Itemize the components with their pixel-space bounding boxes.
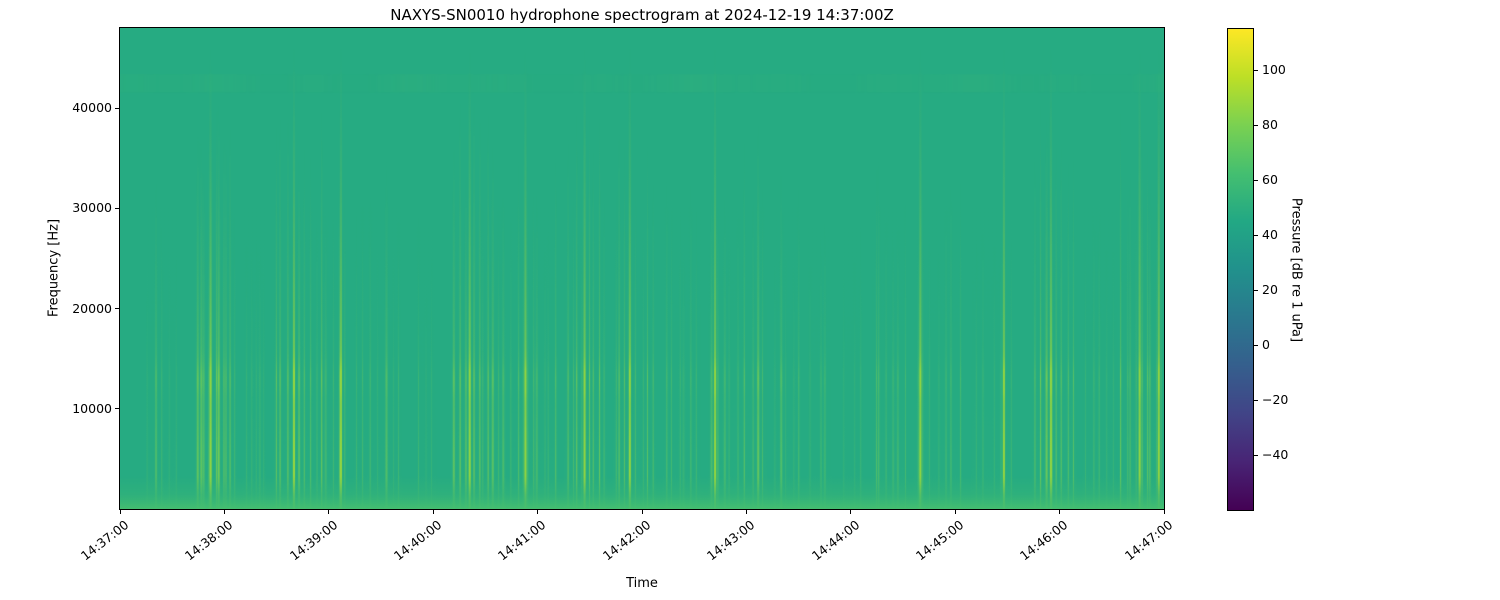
colorbar-label: Pressure [dB re 1 uPa] <box>1288 197 1304 343</box>
x-tick-mark <box>537 510 539 514</box>
x-tick-label: 14:46:00 <box>1017 517 1071 564</box>
x-tick-mark <box>641 510 643 514</box>
y-tick-mark <box>115 308 119 310</box>
x-tick-mark <box>223 510 225 514</box>
x-tick-label: 14:40:00 <box>390 517 445 564</box>
x-tick-label: 14:43:00 <box>704 517 758 564</box>
x-tick-label: 14:37:00 <box>77 517 132 564</box>
colorbar-tick-label: 20 <box>1262 282 1278 298</box>
colorbar-tick-label: 80 <box>1262 117 1278 133</box>
colorbar-tick-mark <box>1254 179 1258 181</box>
x-tick-label: 14:39:00 <box>286 517 341 564</box>
spectrogram-canvas <box>120 28 1164 509</box>
chart-title: NAXYS-SN0010 hydrophone spectrogram at 2… <box>390 6 894 24</box>
colorbar-gradient <box>1227 28 1254 511</box>
y-tick-label: 40000 <box>72 100 112 116</box>
colorbar-tick-label: 100 <box>1262 62 1286 78</box>
y-tick-label: 30000 <box>72 200 112 216</box>
colorbar-tick-mark <box>1254 399 1258 401</box>
colorbar-tick-label: 60 <box>1262 172 1278 188</box>
x-tick-label: 14:45:00 <box>912 517 967 564</box>
x-tick-mark <box>745 510 747 514</box>
x-tick-mark <box>119 510 121 514</box>
x-axis-label: Time <box>626 576 658 591</box>
colorbar-tick-label: 0 <box>1262 337 1270 353</box>
colorbar-tick-label: −40 <box>1262 447 1289 463</box>
colorbar-tick-mark <box>1254 234 1258 236</box>
x-tick-label: 14:44:00 <box>808 517 863 564</box>
x-tick-label: 14:38:00 <box>182 517 236 564</box>
x-tick-mark <box>328 510 330 514</box>
x-tick-mark <box>954 510 956 514</box>
colorbar-tick-mark <box>1254 454 1258 456</box>
x-tick-mark <box>1059 510 1061 514</box>
x-tick-mark <box>1163 510 1165 514</box>
y-axis-label: Frequency [Hz] <box>46 218 62 318</box>
x-tick-mark <box>850 510 852 514</box>
y-tick-label: 20000 <box>72 300 112 316</box>
colorbar-tick-label: 40 <box>1262 227 1278 243</box>
colorbar-tick-mark <box>1254 124 1258 126</box>
y-tick-label: 10000 <box>72 400 112 416</box>
x-tick-label: 14:47:00 <box>1121 517 1176 564</box>
x-tick-label: 14:42:00 <box>599 517 654 564</box>
y-tick-mark <box>115 207 119 209</box>
x-tick-mark <box>432 510 434 514</box>
colorbar-tick-mark <box>1254 344 1258 346</box>
y-tick-mark <box>115 107 119 109</box>
spectrogram-figure: NAXYS-SN0010 hydrophone spectrogram at 2… <box>0 0 1500 600</box>
colorbar-tick-mark <box>1254 69 1258 71</box>
colorbar-tick-label: −20 <box>1262 392 1289 408</box>
y-tick-mark <box>115 408 119 410</box>
x-tick-label: 14:41:00 <box>495 517 549 564</box>
colorbar-tick-mark <box>1254 289 1258 291</box>
